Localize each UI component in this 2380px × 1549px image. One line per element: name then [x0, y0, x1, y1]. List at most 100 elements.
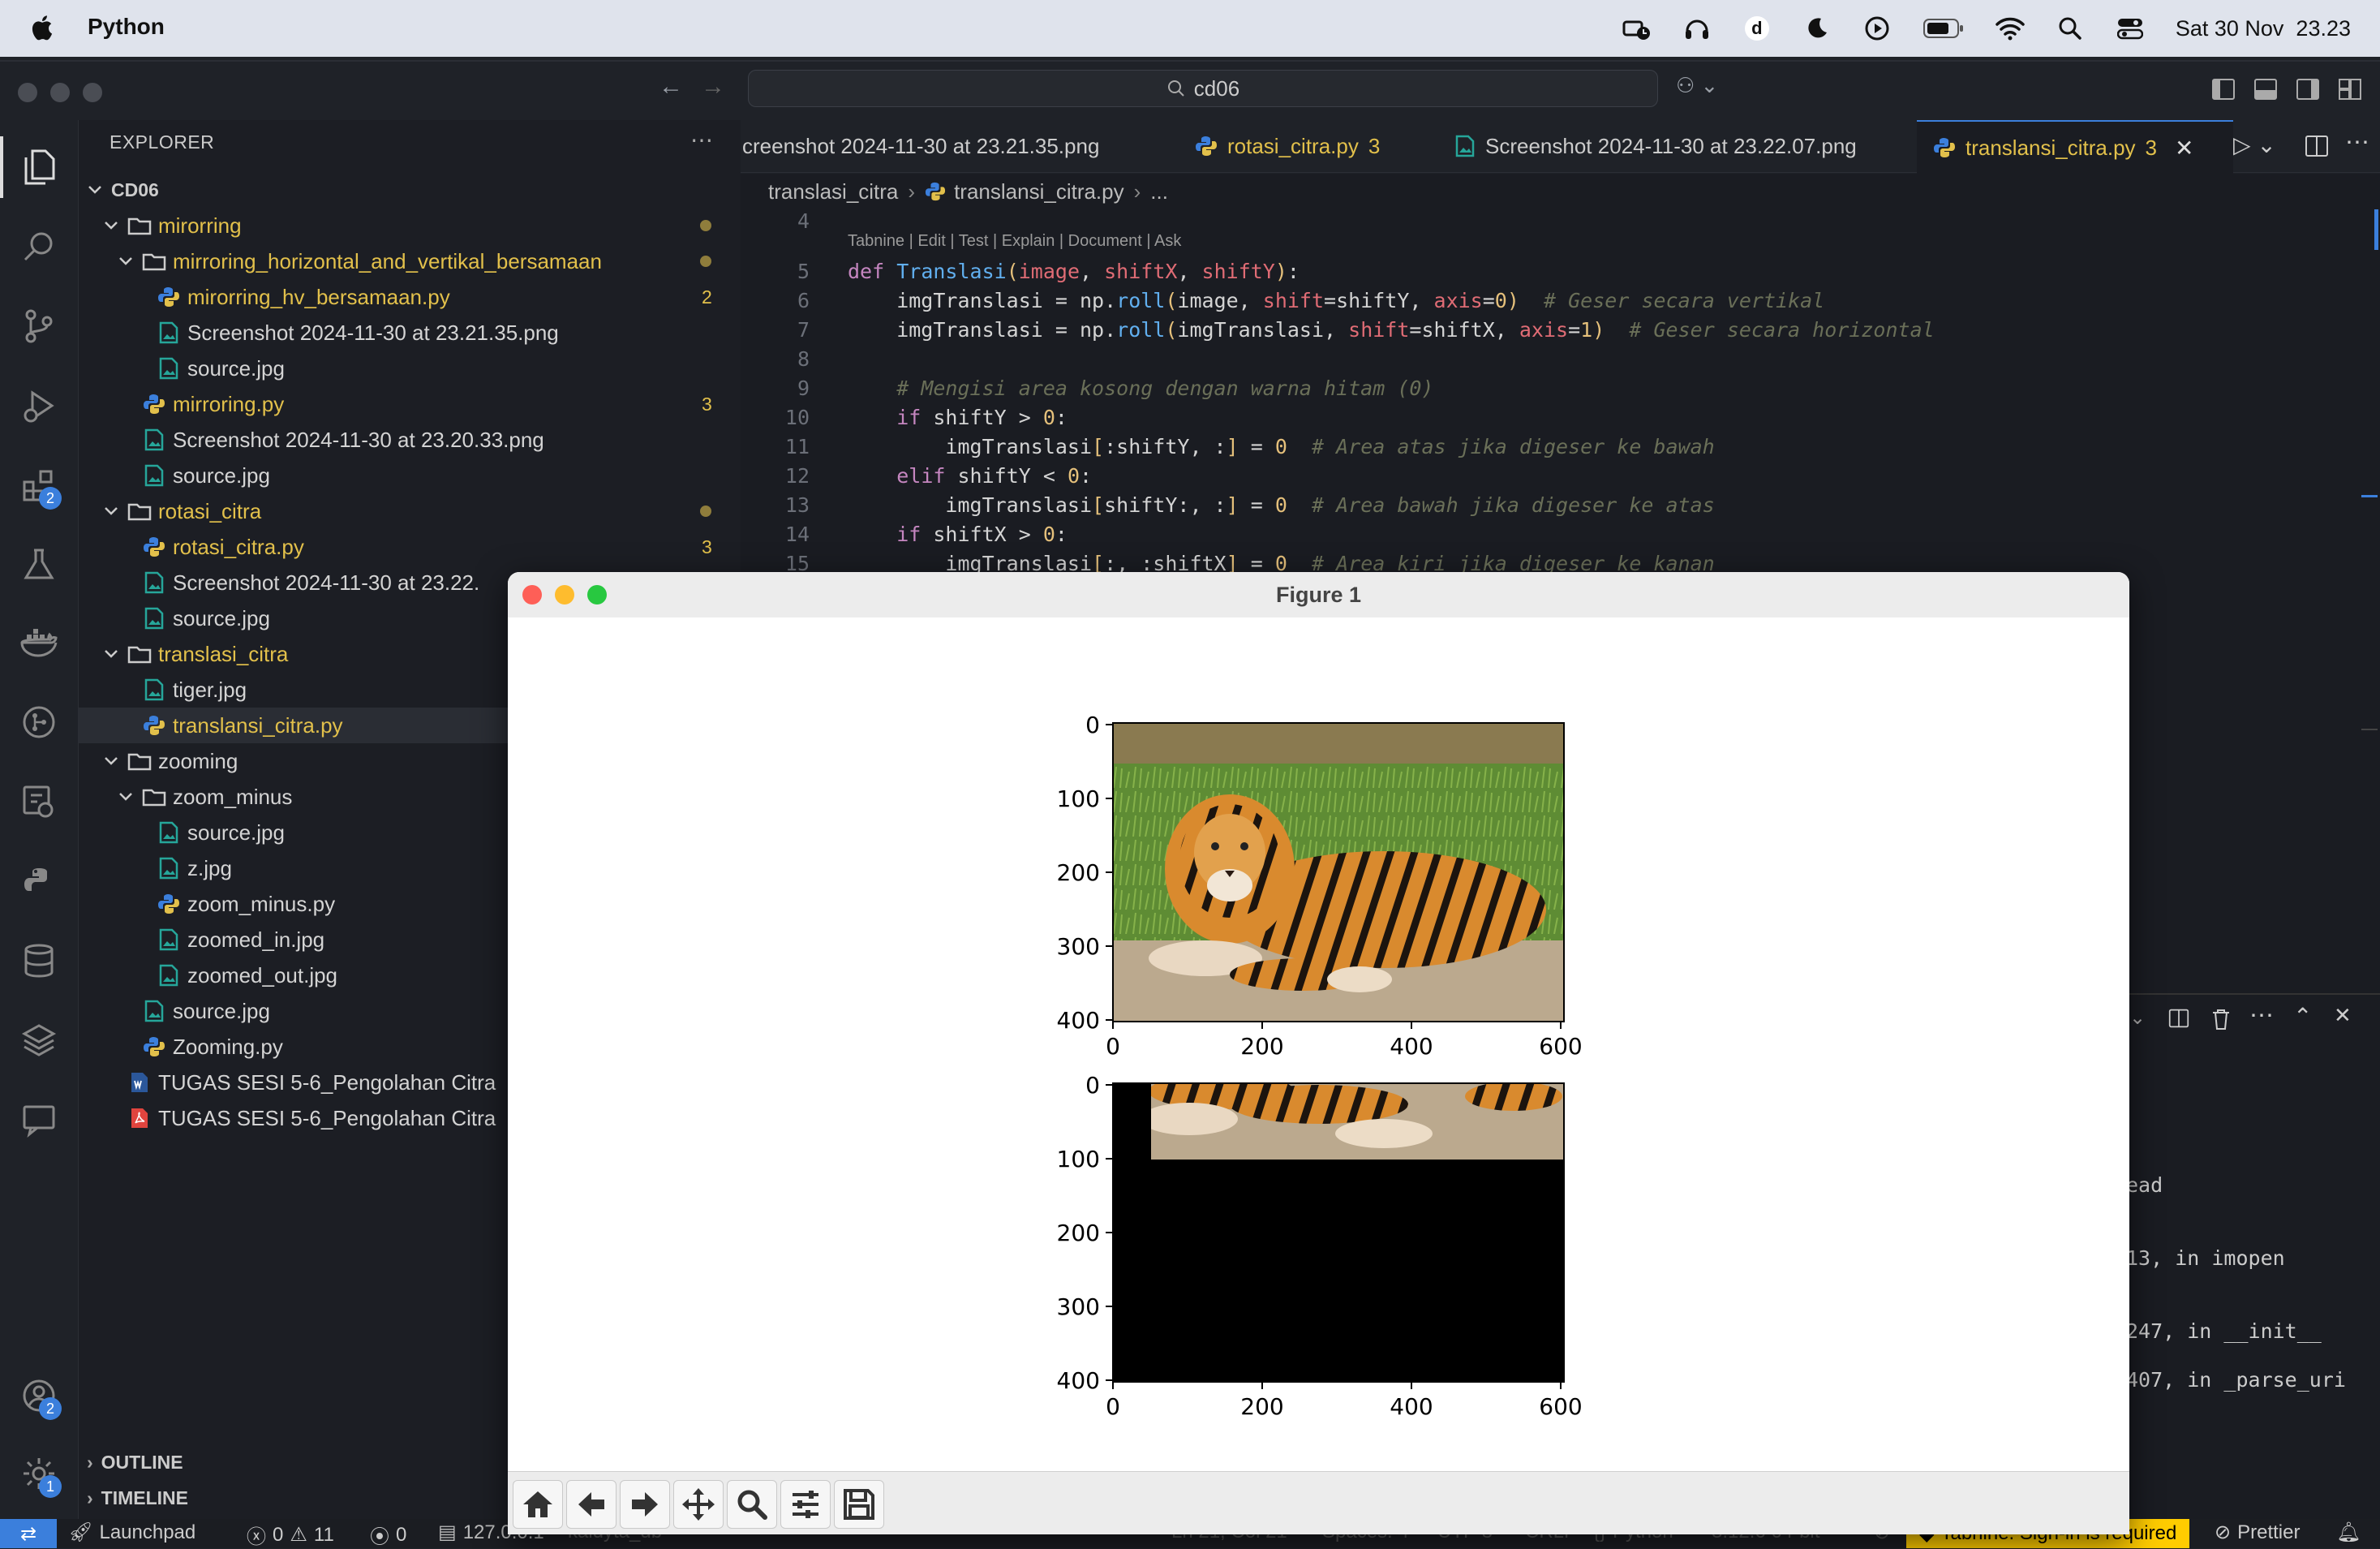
search-icon[interactable]	[16, 224, 62, 269]
breadcrumb-symbols[interactable]: ...	[1150, 179, 1168, 204]
spotlight-search-icon[interactable]	[2056, 14, 2085, 43]
tab-translansi-citra[interactable]: translansi_citra.py 3 ✕	[1917, 120, 2233, 174]
panel-more-icon[interactable]: ⋯	[2249, 1001, 2274, 1030]
save-icon[interactable]	[834, 1480, 884, 1529]
control-center-icon[interactable]	[2116, 14, 2145, 43]
accounts-icon[interactable]: 2	[16, 1373, 62, 1420]
figure-zoom-button[interactable]	[587, 585, 607, 605]
tabnine-codelens[interactable]: Tabnine | Edit | Test | Explain | Docume…	[848, 232, 1181, 251]
problems-item[interactable]: ⓧ 0 ⚠ 11	[247, 1521, 334, 1549]
docker-icon[interactable]	[16, 620, 62, 665]
forward-icon[interactable]	[620, 1480, 670, 1529]
maximize-panel-icon[interactable]: ⌃	[2293, 1003, 2312, 1030]
split-editor-icon[interactable]	[2305, 135, 2329, 157]
back-icon[interactable]	[566, 1480, 616, 1529]
toggle-panel-icon[interactable]	[2253, 78, 2278, 101]
file-item[interactable]: rotasi_citra.py 3	[79, 529, 780, 565]
panel-dropdown-icon[interactable]: ⌄	[2129, 1006, 2146, 1030]
tab-screenshot-23-21-35[interactable]: creenshot 2024-11-30 at 23.21.35.png	[742, 120, 1164, 172]
notifications-bell-icon[interactable]: 🔔︎	[2336, 1521, 2361, 1544]
source-control-icon[interactable]	[16, 303, 62, 349]
remote-explorer-icon[interactable]	[16, 779, 62, 824]
tab-screenshot-23-22-07[interactable]: Screenshot 2024-11-30 at 23.22.07.png	[1438, 120, 1876, 172]
settings-gear-icon[interactable]: 1	[16, 1451, 62, 1498]
chevron-down-icon	[105, 650, 118, 658]
prettier-item[interactable]: ⊘ Prettier	[2215, 1521, 2300, 1544]
file-item[interactable]: Screenshot 2024-11-30 at 23.20.33.png	[79, 422, 780, 458]
tree-item-label: rotasi_citra	[158, 498, 262, 523]
code-line-14[interactable]: if shiftX > 0:	[848, 523, 1068, 546]
git-graph-icon[interactable]	[16, 699, 62, 745]
window-zoom-button[interactable]	[83, 83, 102, 102]
tab-rotasi-citra[interactable]: rotasi_citra.py 3	[1179, 120, 1438, 172]
zoom-icon[interactable]	[727, 1480, 777, 1529]
kill-terminal-icon[interactable]	[2210, 1008, 2232, 1031]
editor-more-actions-icon[interactable]: ⋯	[2345, 128, 2369, 157]
toggle-sidebar-icon[interactable]	[2211, 78, 2236, 101]
command-center-search[interactable]: cd06	[748, 70, 1658, 107]
launchpad-item[interactable]: 🚀︎ Launchpad	[68, 1521, 195, 1544]
code-line-10[interactable]: if shiftY > 0:	[848, 406, 1068, 429]
breadcrumb-file[interactable]: translansi_citra.py	[954, 179, 1124, 204]
play-icon[interactable]	[1862, 14, 1892, 43]
airpods-icon[interactable]	[1682, 14, 1712, 43]
home-icon[interactable]	[513, 1480, 563, 1529]
file-item[interactable]: source.jpg	[79, 458, 780, 493]
code-line-13[interactable]: imgTranslasi[shiftY:, :] = 0 # Area bawa…	[848, 493, 1714, 517]
code-line-5[interactable]: def Translasi(image, shiftX, shiftY):	[848, 260, 1300, 283]
explorer-root-folder[interactable]: CD06	[79, 172, 749, 208]
folder-item[interactable]: rotasi_citra	[79, 493, 765, 529]
nav-forward-icon[interactable]: →	[701, 73, 725, 101]
run-python-file-icon[interactable]: ▷ ⌄	[2233, 131, 2276, 158]
nav-back-icon[interactable]: ←	[659, 73, 683, 101]
database-icon[interactable]	[16, 938, 62, 983]
folder-item[interactable]: mirorring	[79, 208, 765, 243]
window-close-button[interactable]	[18, 83, 37, 102]
figure-close-button[interactable]	[522, 585, 542, 605]
camera-clock-icon[interactable]	[1622, 14, 1652, 43]
close-panel-icon[interactable]: ✕	[2334, 1003, 2352, 1028]
code-line-12[interactable]: elif shiftY < 0:	[848, 464, 1092, 488]
file-item[interactable]: mirroring.py 3	[79, 386, 780, 422]
copilot-icon[interactable]: ⚇ ⌄	[1676, 73, 1718, 98]
battery-icon[interactable]	[1922, 14, 1965, 43]
window-minimize-button[interactable]	[50, 83, 70, 102]
tab-close-icon[interactable]: ✕	[2175, 135, 2193, 161]
folder-item[interactable]: mirroring_horizontal_and_vertikal_bersam…	[79, 243, 780, 279]
code-line-9[interactable]: # Mengisi area kosong dengan warna hitam…	[848, 376, 1433, 400]
python-icon[interactable]	[16, 858, 62, 904]
menubar-clock[interactable]: Sat 30 Nov 23.23	[2176, 16, 2351, 41]
remote-indicator-icon[interactable]: ⇄	[0, 1519, 57, 1548]
file-item[interactable]: source.jpg	[79, 351, 794, 386]
code-line-6[interactable]: imgTranslasi = np.roll(image, shift=shif…	[848, 289, 1824, 312]
figure-canvas[interactable]: 0 200 400 600 0 100 200 300 400 0 200 400 600 0 100 200…	[508, 617, 2129, 1471]
pan-icon[interactable]	[673, 1480, 724, 1529]
run-debug-icon[interactable]	[16, 383, 62, 428]
chat-icon[interactable]	[16, 1097, 62, 1142]
moon-icon[interactable]	[1802, 14, 1832, 43]
wifi-icon[interactable]	[1996, 14, 2025, 43]
code-line-7[interactable]: imgTranslasi = np.roll(imgTranslasi, shi…	[848, 318, 1934, 342]
explorer-more-icon[interactable]: ⋯	[690, 127, 713, 153]
toggle-secondary-sidebar-icon[interactable]	[2296, 78, 2320, 101]
activity-bar: 2 2 1	[0, 120, 79, 1519]
customize-layout-icon[interactable]	[2338, 78, 2362, 101]
figure-minimize-button[interactable]	[555, 585, 574, 605]
file-item[interactable]: Screenshot 2024-11-30 at 23.21.35.png	[79, 315, 794, 351]
code-line-11[interactable]: imgTranslasi[:shiftY, :] = 0 # Area atas…	[848, 435, 1714, 458]
split-terminal-icon[interactable]	[2168, 1008, 2189, 1029]
testing-icon[interactable]	[16, 542, 62, 587]
apple-logo-icon[interactable]	[29, 11, 57, 44]
extensions-icon[interactable]: 2	[16, 463, 62, 510]
tree-item-label: Screenshot 2024-11-30 at 23.20.33.png	[173, 427, 544, 452]
ports-item[interactable]: ⦿ 0	[370, 1521, 406, 1549]
configure-subplots-icon[interactable]	[780, 1480, 831, 1529]
user-badge-icon[interactable]: d	[1742, 14, 1772, 43]
layers-icon[interactable]	[16, 1018, 62, 1063]
explorer-icon[interactable]	[16, 144, 62, 190]
active-app-name[interactable]: Python	[88, 14, 165, 40]
folder-open-icon	[142, 253, 166, 271]
file-item[interactable]: mirorring_hv_bersamaan.py 2	[79, 279, 794, 315]
server-icon: ▤	[438, 1521, 457, 1543]
breadcrumb-folder[interactable]: translasi_citra	[768, 179, 898, 204]
